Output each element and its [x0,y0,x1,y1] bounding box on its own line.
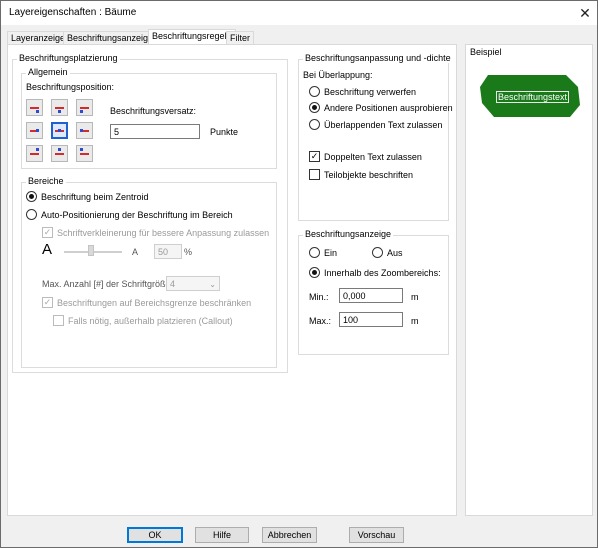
max-fonts-value: 4 [170,279,176,289]
close-icon[interactable]: ✕ [574,3,596,23]
position-top-right-button[interactable] [76,99,93,116]
max-fonts-label: Max. Anzahl [#] der Schriftgrößen: [42,279,179,289]
duplicate-text-label: Doppelten Text zulassen [324,152,422,162]
position-label: Beschriftungsposition: [26,82,115,92]
small-a-label: A [132,247,139,257]
position-bottom-right-button[interactable] [76,145,93,162]
display-on-label: Ein [324,248,338,258]
position-top-left-button[interactable] [26,99,43,116]
min-label: Min.: [309,292,329,302]
position-right-button[interactable] [76,122,93,139]
overlap-group: Beschriftungsanpassung und -dichte Bei Ü… [298,53,453,221]
display-group-label: Beschriftungsanzeige [303,229,394,239]
display-on-radio[interactable] [309,247,320,258]
callout-label: Falls nötig, außerhalb platzieren (Callo… [68,316,233,326]
overlap-subtitle: Bei Überlappung: [303,70,373,80]
bereiche-label: Bereiche [26,176,66,186]
max-fonts-select[interactable]: 4 ⌄ [166,276,220,291]
centroid-label: Beschriftung beim Zentroid [41,192,149,202]
overlap-try-other-label: Andere Positionen ausprobieren [324,103,453,113]
position-bottom-left-button[interactable] [26,145,43,162]
display-off-label: Aus [387,248,403,258]
min-unit: m [411,292,419,302]
tab-panel: Beschriftungsplatzierung Allgemein Besch… [7,44,457,516]
display-off-radio[interactable] [372,247,383,258]
offset-label: Beschriftungsversatz: [110,106,197,116]
window-title: Layereigenschaften : Bäume [9,7,137,18]
max-input[interactable]: 100 [339,312,403,327]
allgemein-label: Allgemein [26,67,70,77]
percent-input[interactable]: 50 [154,244,182,259]
shrink-checkbox[interactable]: ✓ [42,227,53,238]
tab-filter[interactable]: Filter [226,31,254,45]
display-group: Beschriftungsanzeige Ein Aus Innerhalb d… [298,229,449,355]
max-label: Max.: [309,316,332,326]
allgemein-group: Allgemein Beschriftungsposition: Beschri… [21,67,277,169]
auto-position-radio[interactable] [26,209,37,220]
position-left-button[interactable] [26,122,43,139]
centroid-radio[interactable] [26,191,37,202]
offset-input[interactable]: 5 [110,124,200,139]
position-bottom-button[interactable] [51,145,68,162]
percent-unit: % [184,247,193,257]
placement-group: Beschriftungsplatzierung Allgemein Besch… [12,53,288,373]
dialog-window: Layereigenschaften : Bäume ✕ Layeranzeig… [0,0,598,548]
max-unit: m [411,316,419,326]
chevron-down-icon: ⌄ [209,280,216,289]
offset-unit: Punkte [210,127,239,137]
tab-layeranzeige[interactable]: Layeranzeige [7,31,70,45]
position-center-button[interactable] [51,122,68,139]
overlap-discard-radio[interactable] [309,86,320,97]
big-a-label: A [42,241,53,258]
title-bar: Layereigenschaften : Bäume ✕ [1,1,597,25]
display-zoom-radio[interactable] [309,267,320,278]
min-input[interactable]: 0,000 [339,288,403,303]
bereiche-group: Bereiche Beschriftung beim Zentroid Auto… [21,176,277,368]
overlap-allow-radio[interactable] [309,119,320,130]
example-label: Beispiel [470,47,502,57]
cancel-button[interactable]: Abbrechen [262,527,317,543]
tab-beschriftungsanzeige[interactable]: Beschriftungsanzeige [63,31,158,45]
shrink-label: Schriftverkleinerung für bessere Anpassu… [57,228,270,238]
restrict-checkbox[interactable]: ✓ [42,297,53,308]
help-button[interactable]: Hilfe [195,527,249,543]
example-panel: Beispiel Beschriftungstext [465,44,593,516]
position-top-button[interactable] [51,99,68,116]
example-sample-text: Beschriftungstext [496,91,570,103]
callout-checkbox[interactable] [53,315,64,326]
overlap-discard-label: Beschriftung verwerfen [324,87,417,97]
ok-button[interactable]: OK [127,527,183,543]
display-zoom-label: Innerhalb des Zoombereichs: [324,268,441,278]
preview-button[interactable]: Vorschau [349,527,404,543]
duplicate-text-checkbox[interactable]: ✓ [309,151,320,162]
overlap-allow-label: Überlappenden Text zulassen [324,120,443,130]
overlap-group-label: Beschriftungsanpassung und -dichte [303,53,453,63]
placement-group-label: Beschriftungsplatzierung [17,53,120,63]
tab-beschriftungsregeln[interactable]: Beschriftungsregeln [148,29,236,45]
shrink-slider-thumb[interactable] [88,245,94,256]
subobjects-checkbox[interactable] [309,169,320,180]
auto-position-label: Auto-Positionierung der Beschriftung im … [41,210,233,220]
restrict-label: Beschriftungen auf Bereichsgrenze beschr… [57,298,252,308]
overlap-try-other-radio[interactable] [309,102,320,113]
subobjects-label: Teilobjekte beschriften [324,170,414,180]
